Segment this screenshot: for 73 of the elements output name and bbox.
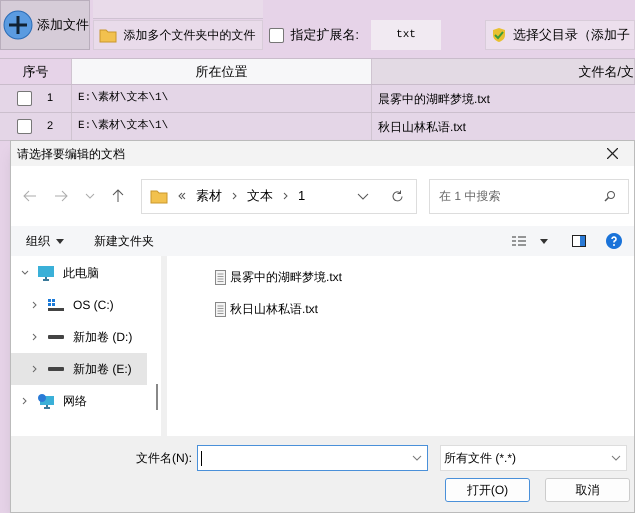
table-cell-text: 秋日山林私语.txt (378, 118, 466, 136)
tree-label: 新加卷 (D:) (73, 329, 132, 346)
tree-label: 此电脑 (63, 265, 99, 282)
tree-label: 网络 (63, 393, 87, 410)
dialog-button[interactable]: 取消 (545, 478, 630, 502)
parent-folder-button[interactable]: 选择父目录（添加子 (485, 20, 635, 50)
file-item[interactable]: 秋日山林私语.txt (215, 300, 342, 318)
checkbox[interactable] (17, 91, 32, 106)
dialog-button[interactable]: 打开(O) (445, 478, 530, 502)
extension-field[interactable]: txt (371, 20, 441, 50)
search-field[interactable]: 在 1 中搜索 (429, 178, 629, 214)
chevron-right-icon (232, 192, 237, 200)
double-chevron-icon (178, 192, 186, 200)
up-icon[interactable] (112, 189, 124, 203)
tree-item[interactable]: 网络 (11, 385, 147, 417)
dropdown-icon (611, 455, 621, 461)
tree-item[interactable]: 此电脑 (11, 257, 147, 289)
scrollbar-thumb[interactable] (156, 384, 158, 410)
drive-icon (47, 366, 65, 372)
toolbar-button[interactable]: 组织 (26, 232, 64, 250)
checkbox-label: 指定扩展名: (290, 26, 359, 44)
help-icon[interactable] (606, 233, 622, 249)
add-folders-button[interactable]: 添加多个文件夹中的文件 (93, 20, 264, 50)
chevron-right-icon[interactable] (31, 333, 39, 341)
tree-label: OS (C:) (73, 297, 114, 314)
window-title: 请选择要编辑的文档 (17, 146, 125, 162)
caret-icon[interactable] (540, 238, 548, 244)
monitor-icon (37, 265, 55, 281)
preview-pane-icon[interactable] (572, 235, 586, 247)
plus-icon (3, 10, 33, 40)
column-header[interactable]: 文件名/文 (372, 59, 635, 84)
column-header[interactable]: 所在位置 (72, 59, 372, 84)
address-bar[interactable]: 素材 文本 1 (141, 178, 417, 214)
document-icon (215, 270, 226, 284)
row-number: 1 (47, 91, 54, 106)
document-icon (215, 302, 226, 316)
breadcrumb-item[interactable]: 文本 (247, 186, 273, 206)
view-icon[interactable] (512, 235, 526, 247)
refresh-icon[interactable] (391, 190, 404, 202)
dropdown-icon[interactable] (357, 192, 369, 200)
close-icon[interactable] (607, 148, 618, 159)
toolbar-button[interactable]: 新建文件夹 (94, 232, 154, 250)
table-cell-text: 晨雾中的湖畔梦境.txt (378, 90, 490, 108)
table-cell-text: E:\素材\文本\1\ (78, 118, 168, 134)
drive-icon (47, 334, 65, 340)
folder-icon (99, 27, 118, 43)
filename-field[interactable] (197, 445, 428, 471)
breadcrumb-item[interactable]: 素材 (196, 186, 222, 206)
drive-icon (47, 298, 65, 312)
tree-item[interactable]: OS (C:) (11, 289, 147, 321)
checkbox[interactable] (269, 28, 284, 42)
dropdown-icon[interactable] (412, 455, 422, 461)
file-type-dropdown[interactable]: 所有文件 (*.*) (440, 445, 627, 471)
add-file-button[interactable]: 添加文件 (0, 0, 90, 50)
search-icon[interactable] (604, 190, 616, 202)
row-number: 2 (47, 119, 54, 134)
field-label: 文件名(N): (135, 450, 193, 467)
caret-icon (56, 238, 64, 244)
chevron-right-icon[interactable] (21, 397, 29, 405)
breadcrumb-item[interactable]: 1 (298, 186, 306, 206)
checkbox[interactable] (17, 119, 32, 134)
table-cell-text: E:\素材\文本\1\ (78, 90, 168, 106)
chevron-down-icon[interactable] (21, 269, 29, 277)
chevron-right-icon[interactable] (31, 365, 39, 373)
network-icon (37, 393, 55, 409)
chevron-right-icon (283, 192, 288, 200)
file-item[interactable]: 晨雾中的湖畔梦境.txt (215, 268, 342, 286)
shield-icon (491, 27, 507, 43)
tree-label: 新加卷 (E:) (73, 361, 132, 378)
tree-item[interactable]: 新加卷 (D:) (11, 321, 147, 353)
chevron-right-icon[interactable] (31, 301, 39, 309)
tree-item[interactable]: 新加卷 (E:) (11, 353, 147, 385)
folder-icon (150, 188, 168, 204)
